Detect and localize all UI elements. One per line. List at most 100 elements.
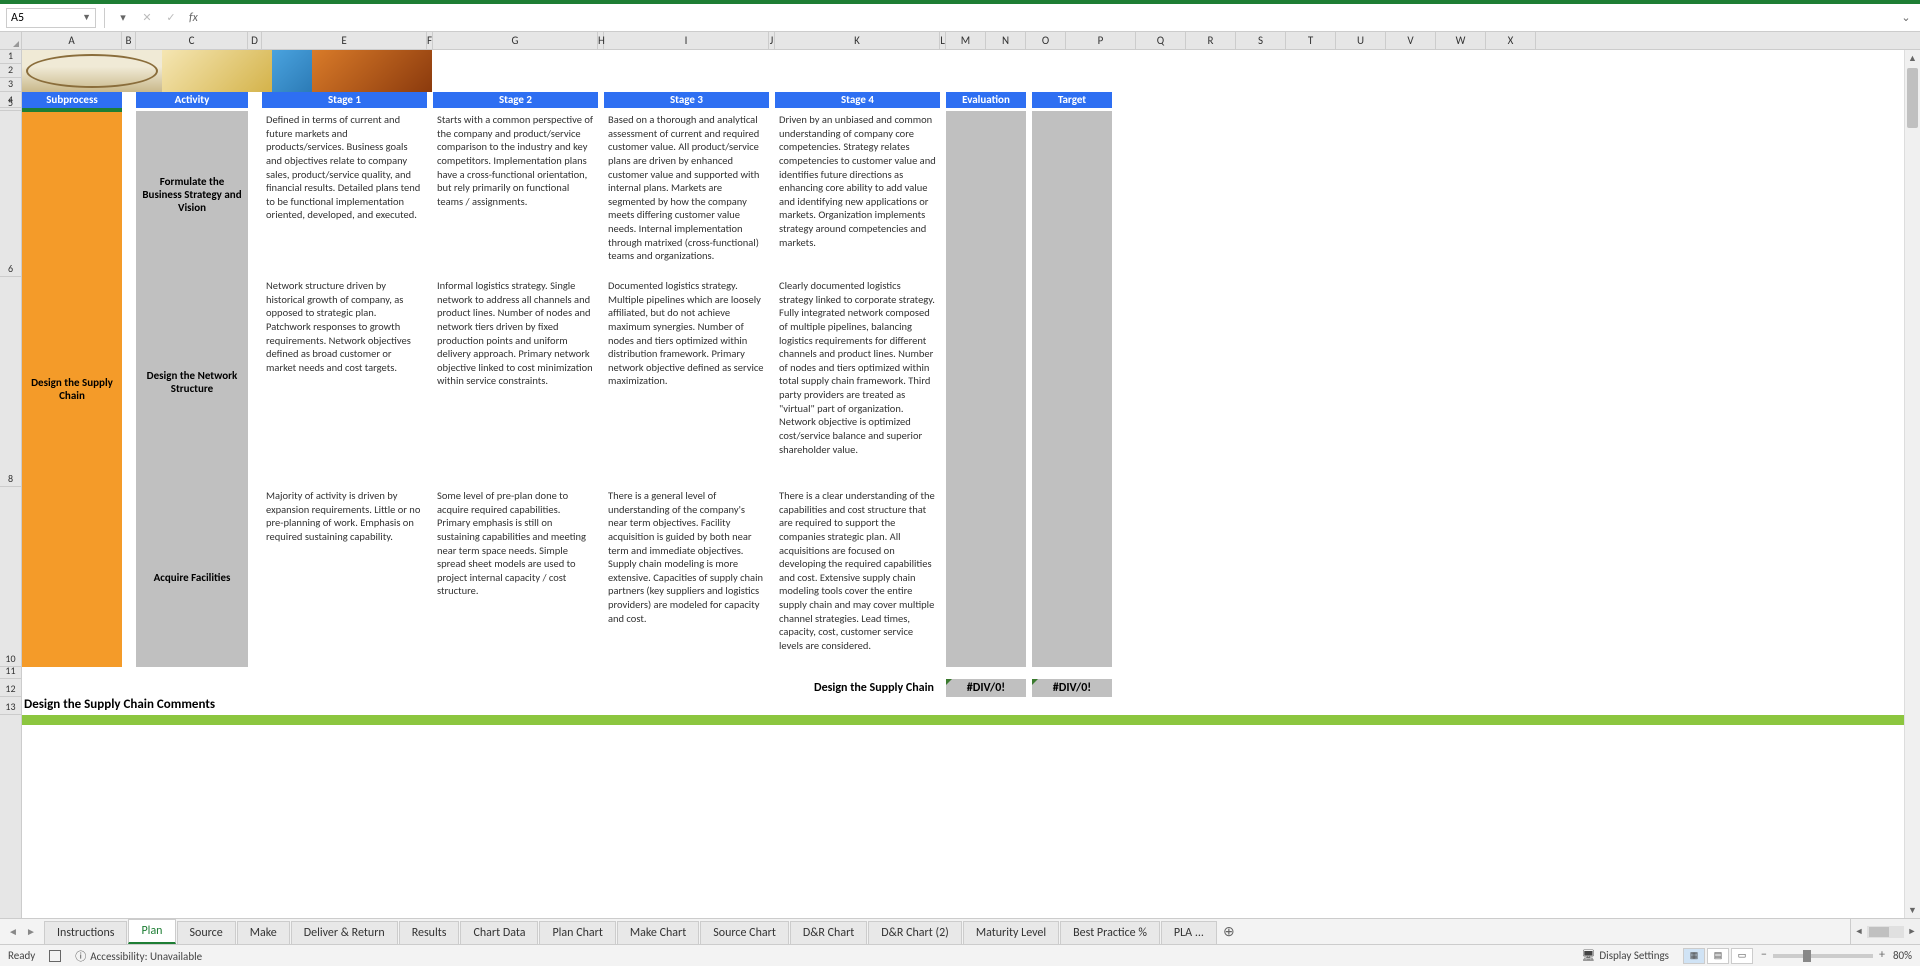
row-header-12[interactable]: 12 — [0, 679, 21, 697]
zoom-out-icon[interactable]: − — [1761, 948, 1767, 962]
row-header-3[interactable]: 3 — [0, 78, 21, 92]
stage3-cell[interactable]: There is a general level of understandin… — [604, 487, 769, 667]
col-header-A[interactable]: A — [22, 32, 122, 49]
stage1-cell[interactable]: Defined in terms of current and future m… — [262, 111, 427, 277]
row-header-10[interactable]: 10 — [0, 487, 21, 667]
row-header-13[interactable]: 13 — [0, 697, 21, 715]
evaluation-error[interactable]: #DIV/0! — [946, 679, 1026, 697]
name-box-dropdown-icon[interactable]: ▼ — [82, 12, 91, 23]
target-cell[interactable] — [1032, 487, 1112, 667]
row-header-11[interactable]: 11 — [0, 667, 21, 679]
scroll-down-icon[interactable]: ▼ — [1905, 902, 1920, 918]
evaluation-cell[interactable] — [946, 111, 1026, 277]
scroll-up-icon[interactable]: ▲ — [1905, 50, 1920, 66]
col-header-N[interactable]: N — [986, 32, 1026, 49]
col-header-P[interactable]: P — [1066, 32, 1136, 49]
formula-dropdown-icon[interactable]: ▾ — [113, 8, 133, 28]
fx-icon[interactable]: fx — [189, 11, 198, 25]
vertical-scrollbar[interactable]: ▲ ▼ — [1904, 50, 1920, 918]
stage2-cell[interactable]: Starts with a common perspective of the … — [433, 111, 598, 277]
spreadsheet-grid[interactable]: A B C D E F G H I J K L M N O P Q R S T … — [0, 32, 1920, 918]
col-header-O[interactable]: O — [1026, 32, 1066, 49]
activity-cell[interactable]: Design the Network Structure — [136, 277, 248, 487]
tab-source[interactable]: Source — [177, 921, 236, 944]
tab-maturity-level[interactable]: Maturity Level — [963, 921, 1059, 944]
col-header-G[interactable]: G — [433, 32, 598, 49]
col-header-Q[interactable]: Q — [1136, 32, 1186, 49]
zoom-level[interactable]: 80% — [1893, 949, 1912, 962]
stage4-cell[interactable]: Clearly documented logistics strategy li… — [775, 277, 940, 487]
name-box[interactable]: A5 ▼ — [6, 8, 96, 28]
tab-results[interactable]: Results — [399, 921, 460, 944]
col-header-T[interactable]: T — [1286, 32, 1336, 49]
horizontal-scrollbar[interactable]: ◄ ► — [1850, 919, 1920, 944]
select-all-corner[interactable] — [0, 32, 22, 49]
tab-nav-prev-icon[interactable]: ◄ — [6, 925, 20, 939]
hscroll-track[interactable] — [1867, 926, 1904, 938]
evaluation-cell[interactable] — [946, 487, 1026, 667]
row-header-6[interactable]: 6 — [0, 111, 21, 277]
tab-pla[interactable]: PLA ... — [1161, 921, 1217, 944]
tab-plan[interactable]: Plan — [128, 919, 175, 944]
col-header-R[interactable]: R — [1186, 32, 1236, 49]
tab-dr-chart[interactable]: D&R Chart — [790, 921, 867, 944]
col-header-C[interactable]: C — [136, 32, 248, 49]
view-normal-icon[interactable]: ▦ — [1683, 948, 1705, 964]
tab-dr-chart-2[interactable]: D&R Chart (2) — [868, 921, 962, 944]
target-cell[interactable] — [1032, 111, 1112, 277]
hscroll-left-icon[interactable]: ◄ — [1851, 926, 1867, 937]
subprocess-cell[interactable]: Design the Supply Chain — [22, 111, 122, 667]
tab-plan-chart[interactable]: Plan Chart — [539, 921, 615, 944]
tab-best-practice[interactable]: Best Practice % — [1060, 921, 1160, 944]
col-header-E[interactable]: E — [262, 32, 427, 49]
tab-nav-next-icon[interactable]: ► — [24, 925, 38, 939]
activity-cell[interactable]: Acquire Facilities — [136, 487, 248, 667]
view-page-break-icon[interactable]: ▭ — [1731, 948, 1753, 964]
tab-chart-data[interactable]: Chart Data — [460, 921, 538, 944]
col-header-V[interactable]: V — [1386, 32, 1436, 49]
stage1-cell[interactable]: Majority of activity is driven by expans… — [262, 487, 427, 667]
col-header-W[interactable]: W — [1436, 32, 1486, 49]
stage1-cell[interactable]: Network structure driven by historical g… — [262, 277, 427, 487]
row-header-1[interactable]: 1 — [0, 50, 21, 64]
stage2-cell[interactable]: Informal logistics strategy. Single netw… — [433, 277, 598, 487]
zoom-in-icon[interactable]: + — [1879, 948, 1885, 962]
accept-formula-icon[interactable]: ✓ — [161, 8, 181, 28]
col-header-B[interactable]: B — [122, 32, 136, 49]
stage3-cell[interactable]: Based on a thorough and analytical asses… — [604, 111, 769, 277]
add-sheet-icon[interactable]: ⊕ — [1218, 919, 1240, 944]
view-page-layout-icon[interactable]: ▤ — [1707, 948, 1729, 964]
formula-expand-icon[interactable]: ⌄ — [1898, 11, 1914, 24]
row-header-8[interactable]: 8 — [0, 277, 21, 487]
hscroll-thumb[interactable] — [1869, 927, 1889, 937]
col-header-I[interactable]: I — [604, 32, 769, 49]
evaluation-cell[interactable] — [946, 277, 1026, 487]
tab-make-chart[interactable]: Make Chart — [617, 921, 699, 944]
stage3-cell[interactable]: Documented logistics strategy. Multiple … — [604, 277, 769, 487]
stage4-cell[interactable]: Driven by an unbiased and common underst… — [775, 111, 940, 277]
col-header-M[interactable]: M — [946, 32, 986, 49]
cancel-formula-icon[interactable]: ✕ — [137, 8, 157, 28]
hscroll-right-icon[interactable]: ► — [1904, 926, 1920, 937]
col-header-S[interactable]: S — [1236, 32, 1286, 49]
tab-instructions[interactable]: Instructions — [44, 921, 127, 944]
zoom-thumb[interactable] — [1803, 950, 1811, 962]
col-header-U[interactable]: U — [1336, 32, 1386, 49]
macro-record-icon[interactable] — [49, 950, 61, 962]
target-error[interactable]: #DIV/0! — [1032, 679, 1112, 697]
formula-input[interactable] — [202, 8, 1894, 28]
tab-source-chart[interactable]: Source Chart — [700, 921, 789, 944]
cells-area[interactable]: Subprocess Activity Stage 1 Stage 2 Stag… — [22, 50, 1920, 918]
accessibility-status[interactable]: ⓘAccessibility: Unavailable — [75, 948, 202, 964]
tab-make[interactable]: Make — [237, 921, 290, 944]
stage4-cell[interactable]: There is a clear understanding of the ca… — [775, 487, 940, 667]
stage2-cell[interactable]: Some level of pre-plan done to acquire r… — [433, 487, 598, 667]
col-header-X[interactable]: X — [1486, 32, 1536, 49]
col-header-D[interactable]: D — [248, 32, 262, 49]
row-header-2[interactable]: 2 — [0, 64, 21, 78]
zoom-slider[interactable]: − + — [1773, 954, 1873, 958]
display-settings-button[interactable]: 🖥Display Settings — [1581, 949, 1669, 962]
scroll-thumb[interactable] — [1907, 68, 1918, 128]
tab-deliver-return[interactable]: Deliver & Return — [291, 921, 398, 944]
col-header-K[interactable]: K — [775, 32, 940, 49]
